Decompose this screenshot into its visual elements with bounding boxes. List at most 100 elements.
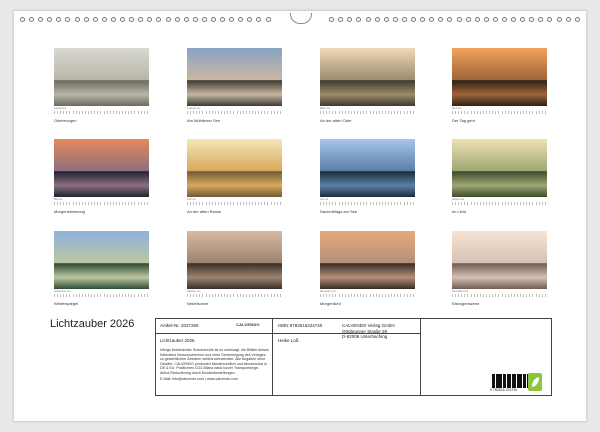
binding-ring bbox=[365, 16, 371, 22]
day-cell bbox=[205, 294, 208, 297]
calendar-title: Lichtzauber 2026 bbox=[50, 318, 135, 330]
day-cell bbox=[140, 111, 143, 114]
day-cell bbox=[54, 202, 56, 205]
day-cell bbox=[513, 294, 516, 297]
day-cell bbox=[128, 202, 130, 205]
photo-month-tag: Februar xxx bbox=[187, 107, 201, 110]
day-cell bbox=[323, 111, 325, 114]
day-cell bbox=[523, 202, 525, 205]
day-grid bbox=[54, 202, 149, 205]
day-cell bbox=[489, 202, 491, 205]
day-cell bbox=[372, 111, 375, 114]
day-cell bbox=[146, 202, 149, 205]
day-cell bbox=[541, 202, 544, 205]
day-cell bbox=[492, 111, 494, 114]
day-cell bbox=[261, 111, 263, 114]
day-cell bbox=[233, 111, 235, 114]
day-cell bbox=[66, 202, 68, 205]
day-grid bbox=[54, 294, 149, 297]
day-cell bbox=[492, 294, 494, 297]
day-cell bbox=[128, 294, 130, 297]
day-cell bbox=[140, 294, 143, 297]
day-cell bbox=[69, 294, 71, 297]
day-cell bbox=[412, 294, 415, 297]
binding-ring bbox=[538, 16, 544, 22]
day-cell bbox=[242, 294, 245, 297]
day-cell bbox=[513, 202, 516, 205]
binding-ring bbox=[374, 16, 380, 22]
day-cell bbox=[208, 202, 211, 205]
day-cell bbox=[118, 294, 121, 297]
day-cell bbox=[467, 294, 469, 297]
day-cell bbox=[320, 202, 322, 205]
day-cell bbox=[258, 294, 260, 297]
day-cell bbox=[375, 111, 378, 114]
photo-thumbnail bbox=[320, 139, 415, 197]
photo-month-tag: März xxx bbox=[320, 107, 330, 110]
day-cell bbox=[94, 111, 96, 114]
day-cell bbox=[350, 111, 353, 114]
photo-caption: Im Licht bbox=[452, 209, 467, 214]
day-cell bbox=[479, 202, 482, 205]
day-cell bbox=[461, 111, 463, 114]
day-cell bbox=[341, 202, 344, 205]
day-cell bbox=[510, 111, 513, 114]
day-cell bbox=[221, 111, 223, 114]
day-cell bbox=[134, 294, 136, 297]
day-cell bbox=[221, 294, 223, 297]
day-cell bbox=[279, 111, 282, 114]
day-cell bbox=[190, 111, 192, 114]
binding-ring bbox=[201, 16, 207, 22]
binding-ring bbox=[411, 16, 417, 22]
day-cell bbox=[227, 111, 229, 114]
day-cell bbox=[193, 202, 195, 205]
day-cell bbox=[464, 111, 466, 114]
day-cell bbox=[81, 202, 84, 205]
binding-ring bbox=[138, 16, 144, 22]
day-cell bbox=[489, 294, 491, 297]
day-cell bbox=[143, 111, 146, 114]
day-cell bbox=[60, 202, 62, 205]
day-cell bbox=[270, 294, 273, 297]
day-cell bbox=[69, 111, 71, 114]
day-cell bbox=[227, 294, 229, 297]
day-cell bbox=[66, 111, 68, 114]
photo-thumbnail bbox=[54, 48, 149, 106]
binding-ring bbox=[338, 16, 344, 22]
day-cell bbox=[60, 294, 62, 297]
day-grid bbox=[320, 294, 415, 297]
photo-thumbnail bbox=[54, 231, 149, 289]
day-cell bbox=[276, 202, 279, 205]
day-cell bbox=[320, 111, 322, 114]
day-cell bbox=[100, 111, 102, 114]
day-cell bbox=[526, 111, 528, 114]
day-cell bbox=[221, 202, 223, 205]
binding-ring bbox=[529, 16, 535, 22]
day-cell bbox=[242, 202, 245, 205]
photo-month-tag: Juli xxx bbox=[320, 198, 329, 201]
day-cell bbox=[255, 294, 257, 297]
day-cell bbox=[224, 111, 226, 114]
day-cell bbox=[523, 111, 525, 114]
day-cell bbox=[332, 202, 334, 205]
day-cell bbox=[541, 111, 544, 114]
day-cell bbox=[242, 111, 245, 114]
binding-ring bbox=[483, 16, 489, 22]
day-cell bbox=[202, 111, 204, 114]
day-cell bbox=[354, 111, 356, 114]
day-cell bbox=[476, 294, 479, 297]
photo-month-tag: September xxx bbox=[54, 290, 71, 293]
day-cell bbox=[455, 294, 457, 297]
day-cell bbox=[455, 202, 457, 205]
day-cell bbox=[88, 202, 90, 205]
day-cell bbox=[486, 294, 488, 297]
binding-ring bbox=[356, 16, 362, 22]
day-cell bbox=[131, 111, 133, 114]
day-cell bbox=[267, 202, 269, 205]
day-cell bbox=[507, 111, 510, 114]
day-grid bbox=[187, 202, 282, 205]
day-cell bbox=[276, 294, 279, 297]
day-cell bbox=[538, 202, 541, 205]
binding-ring bbox=[420, 16, 426, 22]
day-cell bbox=[84, 294, 87, 297]
